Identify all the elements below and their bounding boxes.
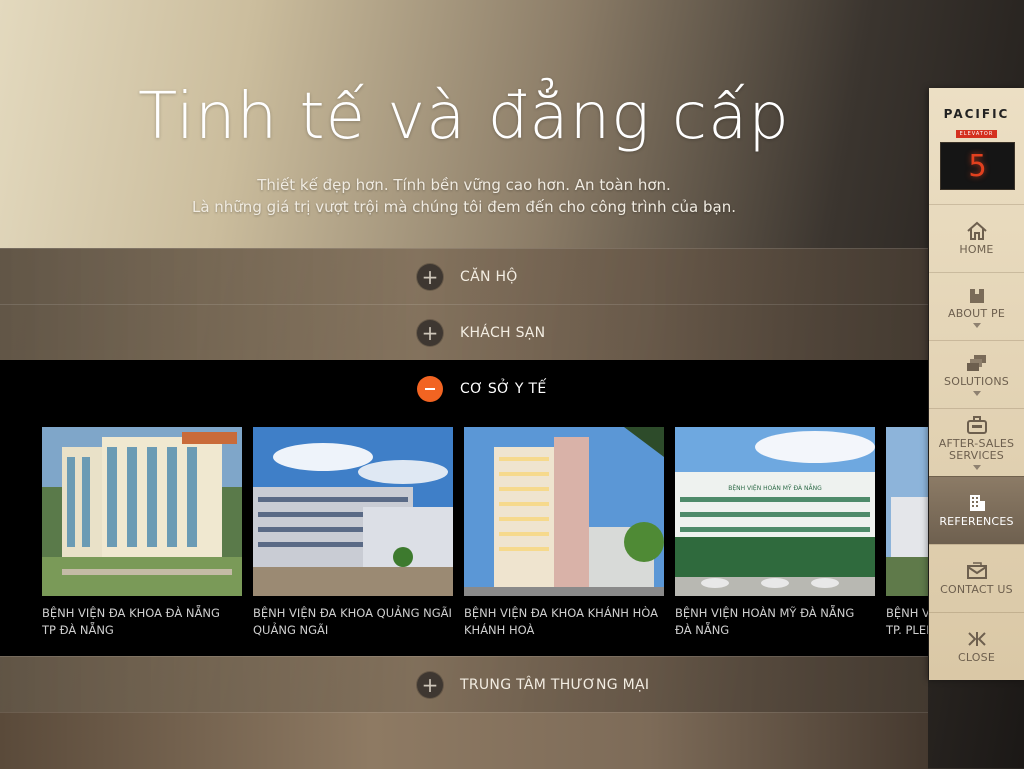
chevron-down-icon xyxy=(972,465,981,470)
floor-indicator: 5 xyxy=(940,142,1015,190)
close-arrows-icon xyxy=(967,632,986,646)
reference-photo[interactable] xyxy=(42,427,242,596)
reference-name: BỆNH VIỆN ĐA KHOA KHÁNH HÒA xyxy=(464,606,658,620)
reference-caption: BỆNH VIỆN ĐA KHOA KHÁNH HÒA KHÁNH HOÀ xyxy=(464,605,664,639)
reference-photo[interactable] xyxy=(253,427,453,596)
reference-card[interactable]: BỆNH VIỆN ĐA KHOA KHÁNH HÒA KHÁNH HOÀ xyxy=(464,427,664,639)
accordion-header[interactable]: + TRUNG TÂM THƯƠNG MẠI xyxy=(417,657,649,713)
nav-label: SOLUTIONS xyxy=(944,375,1009,388)
accordion-label[interactable]: KHÁCH SẠN xyxy=(460,325,545,341)
nav-label: REFERENCES xyxy=(939,515,1014,528)
nav-label: AFTER-SALES SERVICES xyxy=(938,437,1015,462)
reference-caption: BỆNH VIỆN ĐA KHOA ĐÀ NẴNG TP ĐÀ NẴNG xyxy=(42,605,242,639)
accordion-header[interactable]: CƠ SỞ Y TẾ xyxy=(417,360,547,418)
accordion-item-khach-san[interactable]: + KHÁCH SẠN xyxy=(0,304,928,360)
nav-label: HOME xyxy=(959,243,994,256)
logo-subtext: ELEVATOR xyxy=(955,130,998,138)
plus-icon[interactable]: + xyxy=(417,263,443,290)
nav-home[interactable]: HOME xyxy=(929,204,1024,272)
reference-gallery: BỆNH VIỆN ĐA KHOA ĐÀ NẴNG TP ĐÀ NẴNG BỆN… xyxy=(42,427,928,656)
reference-location: TP. PLEIK xyxy=(886,623,928,637)
accordion-header[interactable]: + CĂN HỘ xyxy=(417,249,518,304)
toolbox-icon xyxy=(966,416,987,434)
hero-subtitle-line-1: Thiết kế đẹp hơn. Tính bền vững cao hơn.… xyxy=(257,176,671,194)
accordion-item-co-so-y-te: CƠ SỞ Y TẾ BỆNH VIỆN ĐA KHOA ĐÀ NẴNG TP … xyxy=(0,360,928,656)
reference-caption: BỆNH VIỆN HOÀN MỸ ĐÀ NẴNG ĐÀ NẴNG xyxy=(675,605,875,639)
reference-location: QUẢNG NGÃI xyxy=(253,623,329,637)
accordion-label[interactable]: CĂN HỘ xyxy=(460,269,518,285)
minus-icon[interactable] xyxy=(417,376,443,402)
reference-caption: BỆNH VIỆN ĐA KHOA QUẢNG NGÃI QUẢNG NGÃI xyxy=(253,605,453,639)
home-icon xyxy=(966,221,987,240)
reference-photo[interactable] xyxy=(886,427,928,596)
reference-name: BỆNH VIỆN ĐA KHOA ĐÀ NẴNG xyxy=(42,606,220,620)
accordion-item-can-ho[interactable]: + CĂN HỘ xyxy=(0,248,928,304)
nav-close[interactable]: CLOSE xyxy=(929,612,1024,680)
reference-location: KHÁNH HOÀ xyxy=(464,623,535,637)
reference-name: BỆNH VIỆN ĐA KHOA QUẢNG NGÃI xyxy=(253,606,452,620)
reference-card[interactable]: BỆNH VIỆN HOÀN MỸ ĐÀ NẴNG BỆNH VIỆN HOÀN… xyxy=(675,427,875,639)
reference-location: TP ĐÀ NẴNG xyxy=(42,623,114,637)
hero-subtitle: Thiết kế đẹp hơn. Tính bền vững cao hơn.… xyxy=(0,174,928,218)
pacific-elevator-logo[interactable]: PACIFIC ELEVATOR xyxy=(929,107,1024,138)
mail-icon xyxy=(966,562,987,579)
nav-label: ABOUT PE xyxy=(948,307,1005,320)
reference-name: BỆNH VIỆN HOÀN MỸ ĐÀ NẴNG xyxy=(675,606,855,620)
photo-sign-text: BỆNH VIỆN HOÀN MỸ ĐÀ NẴNG xyxy=(728,484,822,492)
accordion-item-trung-tam-thuong-mai[interactable]: + TRUNG TÂM THƯƠNG MẠI xyxy=(0,656,928,713)
accordion-header[interactable]: + KHÁCH SẠN xyxy=(417,305,545,360)
reference-photo[interactable] xyxy=(464,427,664,596)
chevron-down-icon xyxy=(972,323,981,328)
hero-title: Tinh tế và đẳng cấp xyxy=(138,80,790,154)
building-icon xyxy=(969,495,985,511)
accordion-label[interactable]: TRUNG TÂM THƯƠNG MẠI xyxy=(460,677,649,693)
hero-subtitle-line-2: Là những giá trị vượt trội mà chúng tôi … xyxy=(191,198,737,216)
nav-after-sales-services[interactable]: AFTER-SALES SERVICES xyxy=(929,408,1024,476)
plus-icon[interactable]: + xyxy=(417,319,443,346)
floor-number: 5 xyxy=(968,148,987,184)
nav-about-pe[interactable]: ABOUT PE xyxy=(929,272,1024,340)
reference-location: ĐÀ NẴNG xyxy=(675,623,730,637)
reference-name: BỆNH VIỆ xyxy=(886,606,928,620)
chevron-down-icon xyxy=(972,391,981,396)
stack-icon xyxy=(966,355,986,371)
reference-caption: BỆNH VIỆ TP. PLEIK xyxy=(886,605,928,639)
plus-icon[interactable]: + xyxy=(417,672,443,698)
hero-section: Tinh tế và đẳng cấp Thiết kế đẹp hơn. Tí… xyxy=(0,0,928,248)
nav-contact-us[interactable]: CONTACT US xyxy=(929,544,1024,612)
nav-solutions[interactable]: SOLUTIONS xyxy=(929,340,1024,408)
reference-card[interactable]: BỆNH VIỆN ĐA KHOA QUẢNG NGÃI QUẢNG NGÃI xyxy=(253,427,453,639)
bottom-background xyxy=(0,712,928,769)
nav-references[interactable]: REFERENCES xyxy=(929,476,1024,544)
reference-card[interactable]: BỆNH VIỆ TP. PLEIK xyxy=(886,427,928,639)
nav-label: CLOSE xyxy=(957,651,995,664)
accordion-label[interactable]: CƠ SỞ Y TẾ xyxy=(460,381,547,397)
reference-photo[interactable]: BỆNH VIỆN HOÀN MỸ ĐÀ NẴNG xyxy=(675,427,875,596)
logo-text: PACIFIC xyxy=(943,107,1010,121)
building-block-icon xyxy=(969,289,984,303)
nav-label: CONTACT US xyxy=(940,583,1013,596)
side-navigation: PACIFIC ELEVATOR 5 HOME ABOUT PE SOLUTIO… xyxy=(929,88,1024,680)
reference-card[interactable]: BỆNH VIỆN ĐA KHOA ĐÀ NẴNG TP ĐÀ NẴNG xyxy=(42,427,242,639)
